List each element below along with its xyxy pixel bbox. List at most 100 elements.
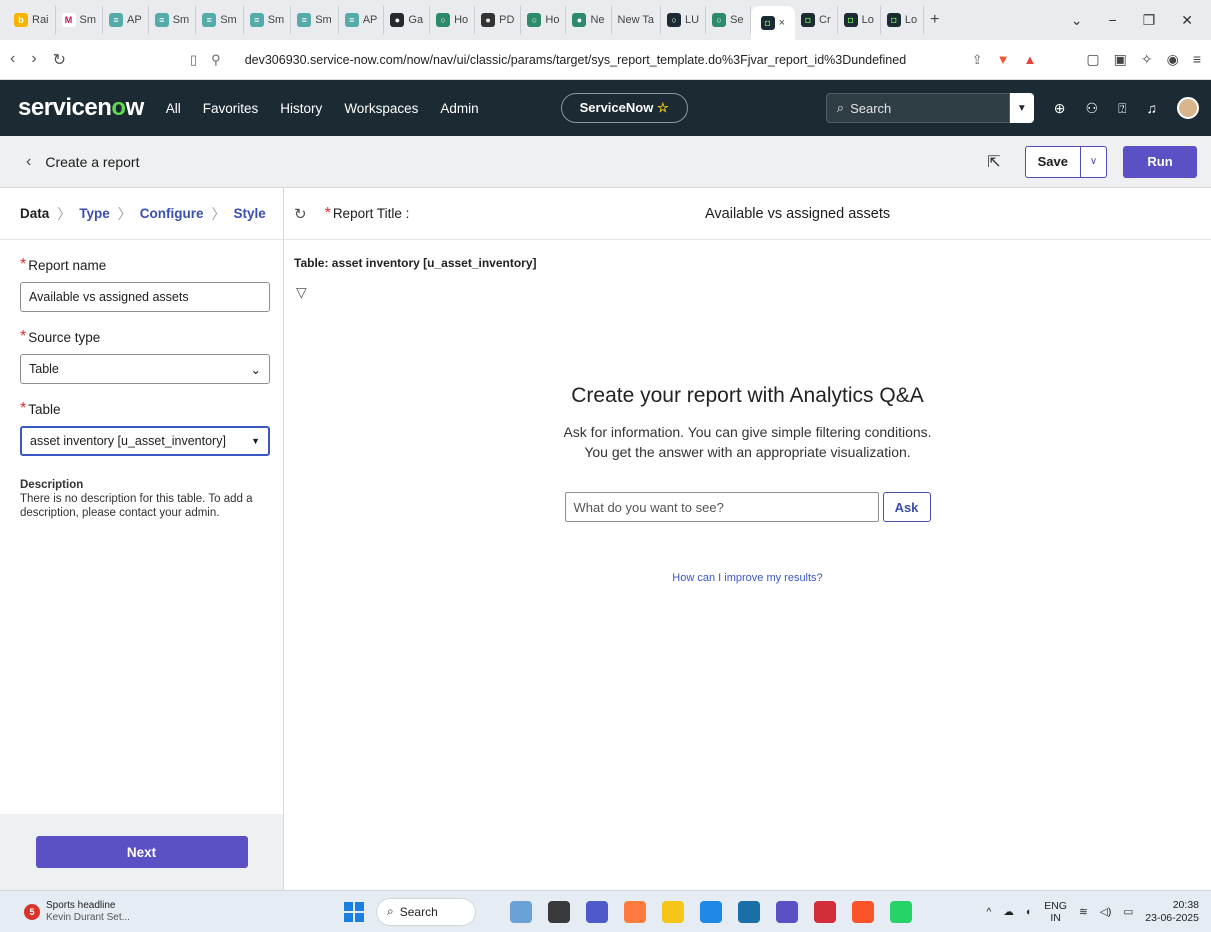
taskbar-app-icon[interactable] [586,900,608,923]
taskbar-app-icon[interactable] [624,900,646,923]
step-type[interactable]: Type [79,206,110,221]
globe-icon[interactable]: ⊕ [1054,100,1066,117]
taskbar-app-icon[interactable] [700,900,722,923]
restore-icon[interactable]: ❐ [1143,12,1156,29]
share-report-icon[interactable]: ⇱ [987,152,1000,172]
browser-tab[interactable]: M Sm [56,6,104,34]
browser-tab[interactable]: ○ LU [661,6,707,34]
required-icon: * [20,400,27,417]
servicenow-logo[interactable]: servicenow [18,94,144,122]
browser-tab[interactable]: ○ Ho [521,6,567,34]
browser-tab[interactable]: ≡ AP [103,6,149,34]
windows-start-icon[interactable] [344,901,364,922]
step-data[interactable]: Data [20,206,49,221]
bell-icon[interactable]: ♫ [1147,100,1158,116]
wifi-icon[interactable]: ≋ [1079,906,1088,918]
browser-tab[interactable]: ≡ AP [339,6,385,34]
url-field[interactable]: dev306930.service-now.com/now/nav/ui/cla… [245,53,972,67]
browser-tab[interactable]: b Rai [8,6,56,34]
chat-icon[interactable]: ⚇ [1086,100,1099,117]
news-widget[interactable]: 5 Sports headline Kevin Durant Set... [24,900,344,924]
filter-icon[interactable]: ▽ [296,284,1211,301]
avatar[interactable] [1177,97,1199,119]
browser-tab[interactable]: ◘ Cr [795,6,838,34]
forward-icon[interactable]: › [31,50,36,70]
taskbar-app-icon[interactable] [890,900,912,923]
menu-icon[interactable]: ≡ [1193,51,1201,68]
search-scope-dropdown[interactable]: ▼ [1009,93,1034,123]
clock[interactable]: 20:38 23-06-2025 [1145,899,1199,925]
nav-admin[interactable]: Admin [440,101,478,116]
taskbar-app-icon[interactable] [510,900,532,923]
ask-button[interactable]: Ask [882,492,931,522]
step-style[interactable]: Style [234,206,266,221]
brave-shield-icon[interactable]: ▼ [997,52,1010,67]
report-name-field[interactable]: Available vs assigned assets [20,282,270,312]
volume-icon[interactable]: ◁) [1100,906,1112,918]
save-options-chevron-icon[interactable]: ∨ [1081,145,1107,178]
save-button[interactable]: Save [1024,145,1081,178]
browser-tab[interactable]: ○ Ho [430,6,476,34]
browser-tab[interactable]: ● PD [475,6,522,34]
taskbar-app-icon[interactable] [662,900,684,923]
star-icon[interactable]: ☆ [657,100,669,115]
nav-all[interactable]: All [166,101,181,116]
taskbar-app-icon[interactable] [776,900,798,923]
browser-tab[interactable]: ◘ Lo [881,6,925,34]
tab-close-icon[interactable]: × [779,17,785,29]
taskbar-search[interactable]: ⌕ Search [376,897,476,926]
browser-tab[interactable]: ≡ Sm [149,6,197,34]
back-icon[interactable]: ‹ [10,50,15,70]
global-search[interactable]: ⌕ Search [825,93,1010,123]
share-icon[interactable]: ⇪ [972,52,983,68]
language-indicator[interactable]: ENG IN [1044,900,1067,924]
chevron-up-icon[interactable]: ^ [986,906,991,918]
close-window-icon[interactable]: ✕ [1181,12,1193,29]
browser-tab[interactable]: ● Ne [566,6,612,34]
copilot-icon[interactable]: ◐ [1026,906,1032,918]
taskbar-app-icon[interactable] [814,900,836,923]
wallet-icon[interactable]: ▣ [1114,51,1127,68]
browser-tab[interactable]: ≡ Sm [291,6,339,34]
reload-icon[interactable]: ↻ [53,50,66,70]
run-button[interactable]: Run [1123,145,1197,178]
browser-tab[interactable]: ○ Se [706,6,751,34]
help-icon[interactable]: ⍰ [1118,100,1126,117]
qa-input[interactable]: What do you want to see? [564,492,879,522]
report-title-label: * Report Title : [325,205,410,223]
source-type-select[interactable]: Table ⌄ [20,354,270,384]
battery-icon[interactable]: ▭ [1123,906,1133,918]
nav-favorites[interactable]: Favorites [203,101,259,116]
sidebar-icon[interactable]: ▢ [1086,51,1099,68]
site-settings-icon[interactable]: ⚲ [211,52,221,68]
browser-tab[interactable]: ◘ Lo [838,6,881,34]
taskbar-app-icon[interactable] [738,900,760,923]
brave-rewards-icon[interactable]: ▲ [1024,52,1037,67]
minimize-icon[interactable]: − [1109,12,1117,29]
browser-tab[interactable]: ≡ Sm [244,6,292,34]
refresh-icon[interactable]: ↻ [294,205,307,223]
bookmark-icon[interactable]: ▯ [190,52,197,68]
back-arrow-icon[interactable]: ‹ [26,153,31,171]
browser-tab[interactable]: ● Ga [384,6,431,34]
taskbar-app-icon[interactable] [548,900,570,923]
tab-search-chevron-icon[interactable]: ⌄ [1071,12,1083,29]
instance-pill[interactable]: ServiceNow ☆ [560,93,688,123]
table-value: asset inventory [u_asset_inventory] [30,434,226,448]
taskbar-app-icon[interactable] [852,900,874,923]
nav-history[interactable]: History [280,101,322,116]
new-tab-button[interactable]: + [930,11,939,29]
step-configure[interactable]: Configure [140,206,204,221]
next-button[interactable]: Next [35,836,248,868]
nav-workspaces[interactable]: Workspaces [344,101,418,116]
browser-tab[interactable]: New Ta [612,6,662,34]
vpn-icon[interactable]: ◉ [1167,51,1179,68]
tab-active[interactable]: ◘ × [750,6,795,40]
improve-results-link[interactable]: How can I improve my results? [284,572,1211,584]
leo-icon[interactable]: ✧ [1141,51,1153,68]
cloud-icon[interactable]: ☁ [1003,906,1014,918]
table-select[interactable]: asset inventory [u_asset_inventory] ▼ [20,426,270,456]
report-title-value[interactable]: Available vs assigned assets [705,206,890,222]
qa-heading: Create your report with Analytics Q&A [571,384,924,407]
browser-tab[interactable]: ≡ Sm [196,6,244,34]
